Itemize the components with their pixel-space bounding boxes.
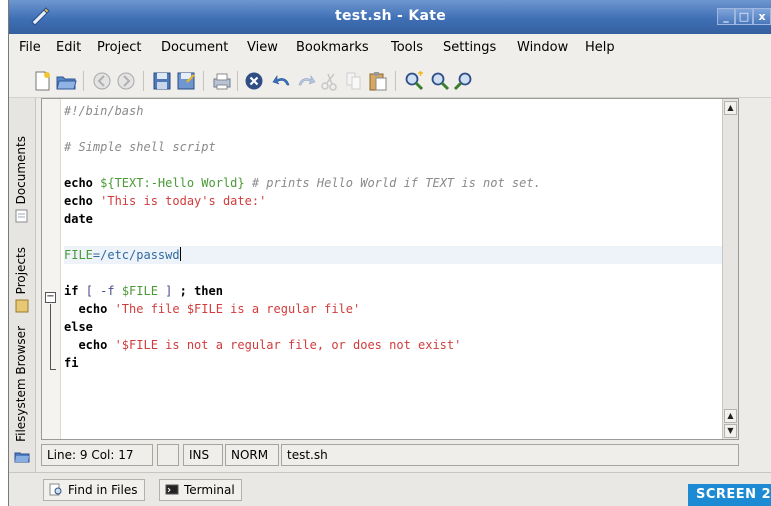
code-line: echo 'This is today's date:' <box>64 194 267 208</box>
fold-marker-end <box>50 369 56 370</box>
code-line: date <box>64 210 738 228</box>
menu-file[interactable]: File <box>19 40 41 55</box>
redo-icon[interactable] <box>295 70 317 92</box>
menu-tools[interactable]: Tools <box>391 40 423 55</box>
code-line-1: #!/bin/bash <box>64 104 144 118</box>
maximize-button[interactable]: □ <box>735 8 753 25</box>
code-line-current: FILE=/etc/passwd <box>64 246 738 264</box>
paste-icon[interactable] <box>367 70 389 92</box>
menu-edit[interactable]: Edit <box>56 40 81 55</box>
tab-filesystem-browser-label: Filesystem Browser <box>14 326 28 442</box>
code-line: #!/bin/bash <box>64 102 738 120</box>
selection-mode[interactable]: NORM <box>225 444 279 466</box>
cut-icon[interactable] <box>319 70 341 92</box>
insert-mode[interactable]: INS <box>183 444 223 466</box>
code-editor[interactable]: − #!/bin/bash # Simple shell script echo… <box>41 98 739 440</box>
bottom-tool-bar: Find in Files Terminal SCREEN 2 <box>9 472 771 506</box>
screen-badge: SCREEN 2 <box>688 484 771 506</box>
cursor-position: Line: 9 Col: 17 <box>41 444 153 466</box>
scroll-up-button-bottom[interactable]: ▲ <box>724 409 737 423</box>
find-next-icon[interactable] <box>429 70 451 92</box>
scroll-down-button[interactable]: ▼ <box>724 424 737 438</box>
open-file-icon[interactable] <box>55 70 77 92</box>
save-as-icon[interactable] <box>175 70 197 92</box>
code-line-7: date <box>64 212 93 226</box>
close-icon[interactable] <box>243 70 265 92</box>
terminal-icon <box>165 484 179 495</box>
vertical-scrollbar[interactable]: ▲ ▲ ▼ <box>722 99 738 439</box>
toolbar-separator <box>237 71 238 91</box>
fold-marker-line <box>50 304 51 370</box>
tab-terminal-label: Terminal <box>184 483 235 497</box>
tab-projects-label: Projects <box>14 246 28 294</box>
projects-icon <box>15 299 29 313</box>
scroll-up-button[interactable]: ▲ <box>724 101 737 115</box>
code-line: else <box>64 318 738 336</box>
print-icon[interactable] <box>211 70 233 92</box>
menu-help[interactable]: Help <box>585 40 615 55</box>
title-bar: test.sh - Kate _ □ x <box>9 0 771 34</box>
menu-document[interactable]: Document <box>161 40 228 55</box>
toolbar-separator <box>83 71 84 91</box>
editor-gutter <box>42 99 61 439</box>
menu-window[interactable]: Window <box>517 40 568 55</box>
code-line-15: fi <box>64 356 79 370</box>
filesystem-icon <box>14 452 30 463</box>
code-line-3: # Simple shell script <box>64 140 216 154</box>
main-toolbar <box>9 62 771 98</box>
menu-view[interactable]: View <box>247 40 278 55</box>
code-line: # Simple shell script <box>64 138 738 156</box>
code-text: #!/bin/bash # Simple shell script echo $… <box>64 102 738 372</box>
tab-projects[interactable]: Projects <box>11 228 33 294</box>
tab-documents[interactable]: Documents <box>11 100 33 204</box>
sidebar: Documents Projects Filesystem Browser <box>9 98 36 472</box>
tab-documents-label: Documents <box>14 135 28 204</box>
kate-window: test.sh - Kate _ □ x File Edit Project D… <box>8 0 771 506</box>
tab-find-in-files[interactable]: Find in Files <box>43 479 145 501</box>
window-title: test.sh - Kate <box>334 8 447 24</box>
documents-icon <box>15 209 28 223</box>
toolbar-separator <box>395 71 396 91</box>
find-in-files-icon <box>49 483 62 496</box>
menu-bar: File Edit Project Document View Bookmark… <box>9 34 771 62</box>
tab-filesystem-browser[interactable]: Filesystem Browser <box>11 318 33 442</box>
back-icon[interactable] <box>91 70 113 92</box>
tab-terminal[interactable]: Terminal <box>159 479 242 501</box>
code-line: fi <box>64 354 738 372</box>
close-window-button[interactable]: x <box>753 8 771 25</box>
tab-find-in-files-label: Find in Files <box>68 483 138 497</box>
find-previous-icon[interactable] <box>453 70 475 92</box>
fold-collapse-icon[interactable]: − <box>45 292 56 303</box>
save-icon[interactable] <box>151 70 173 92</box>
code-line: echo '$FILE is not a regular file, or do… <box>64 338 462 352</box>
forward-icon[interactable] <box>115 70 137 92</box>
find-icon[interactable] <box>403 70 425 92</box>
code-line: if [ -f $FILE ] ; then <box>64 284 223 298</box>
status-filename: test.sh <box>281 444 739 466</box>
menu-project[interactable]: Project <box>97 40 141 55</box>
code-line: echo 'The file $FILE is a regular file' <box>64 302 361 316</box>
menu-settings[interactable]: Settings <box>443 40 496 55</box>
modified-indicator <box>157 444 179 466</box>
status-bar: Line: 9 Col: 17 INS NORM test.sh <box>41 442 739 468</box>
menu-bookmarks[interactable]: Bookmarks <box>296 40 369 55</box>
undo-icon[interactable] <box>271 70 293 92</box>
code-line: echo ${TEXT:-Hello World} # prints Hello… <box>64 176 541 190</box>
code-line-13: else <box>64 320 93 334</box>
minimize-button[interactable]: _ <box>717 8 735 25</box>
copy-icon[interactable] <box>343 70 365 92</box>
toolbar-separator <box>203 71 204 91</box>
text-cursor <box>179 247 181 261</box>
toolbar-separator <box>143 71 144 91</box>
new-file-icon[interactable] <box>31 70 53 92</box>
